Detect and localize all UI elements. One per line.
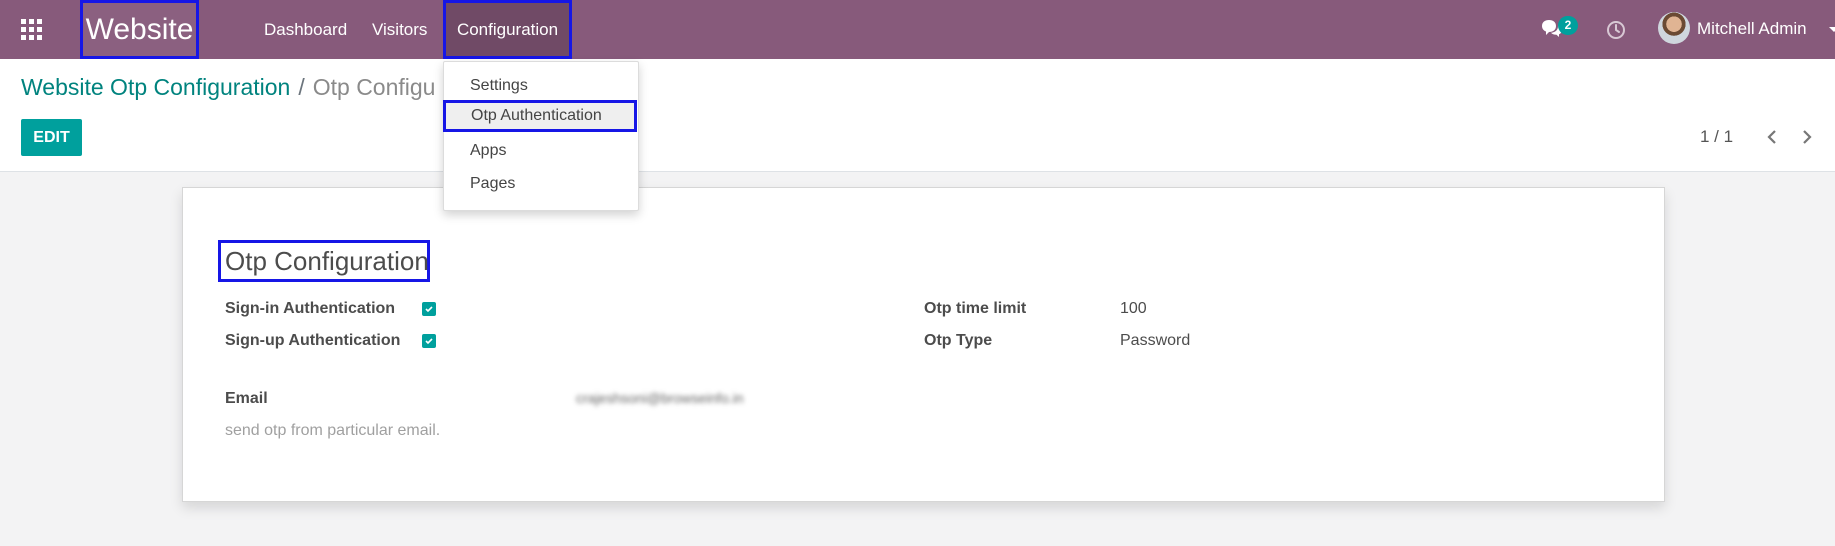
otp-type-label: Otp Type [924, 332, 993, 349]
user-name: Mitchell Admin [1697, 19, 1807, 38]
breadcrumb-parent-link[interactable]: Website Otp Configuration [21, 74, 290, 100]
menu-configuration[interactable]: Configuration [443, 0, 572, 59]
breadcrumb: Website Otp Configuration / Otp Configu [21, 74, 435, 101]
activity-clock-icon[interactable] [1605, 19, 1627, 41]
otp-time-limit-value: 100 [1120, 300, 1147, 317]
breadcrumb-separator: / [298, 74, 305, 100]
dropdown-item-settings[interactable]: Settings [444, 70, 638, 102]
caret-down-icon [1829, 27, 1835, 32]
otp-time-limit-label: Otp time limit [924, 300, 1027, 317]
breadcrumb-current: Otp Configu [312, 74, 436, 100]
chat-count-badge: 2 [1558, 16, 1578, 35]
apps-grid-icon[interactable] [21, 19, 43, 41]
signin-checkbox[interactable] [422, 302, 436, 316]
signup-label: Sign-up Authentication [225, 332, 401, 349]
otp-type-value: Password [1120, 332, 1191, 349]
edit-button[interactable]: EDIT [21, 119, 82, 156]
chevron-left-icon[interactable] [1763, 128, 1781, 146]
pager-value: 1 / 1 [1700, 127, 1734, 146]
control-panel: Website Otp Configuration / Otp Configu ED… [0, 59, 1835, 172]
form-sheet: Otp Configuration Sign-in Authentication… [182, 187, 1665, 502]
dropdown-item-otp-authentication[interactable]: Otp Authentication [443, 100, 637, 132]
top-navbar: Website Dashboard Visitors Configuration… [0, 0, 1835, 59]
email-help-text: send otp from particular email. [225, 422, 441, 439]
app-brand[interactable]: Website [80, 0, 199, 59]
menu-dashboard[interactable]: Dashboard [264, 0, 347, 59]
email-label: Email [225, 390, 268, 407]
avatar [1658, 12, 1690, 44]
signin-label: Sign-in Authentication [225, 300, 396, 317]
dropdown-item-pages[interactable]: Pages [444, 168, 638, 200]
form-title: Otp Configuration [218, 240, 430, 282]
configuration-dropdown: Settings Otp Authentication Apps Pages [443, 61, 639, 211]
chevron-right-icon[interactable] [1798, 128, 1816, 146]
menu-visitors[interactable]: Visitors [372, 0, 427, 59]
signup-checkbox[interactable] [422, 334, 436, 348]
email-value: crajeshsoni@browseinfo.in [576, 390, 744, 406]
dropdown-item-apps[interactable]: Apps [444, 135, 638, 167]
